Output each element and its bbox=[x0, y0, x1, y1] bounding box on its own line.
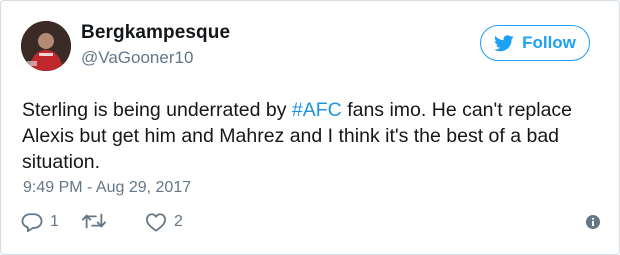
info-button[interactable] bbox=[585, 214, 601, 230]
hashtag-link[interactable]: #AFC bbox=[292, 99, 342, 121]
heart-icon bbox=[146, 213, 166, 232]
user-handle[interactable]: @VaGooner10 bbox=[81, 48, 193, 68]
reply-count: 1 bbox=[50, 213, 59, 230]
like-count: 2 bbox=[174, 213, 183, 230]
avatar-image bbox=[21, 21, 71, 71]
info-icon bbox=[586, 215, 600, 229]
avatar[interactable] bbox=[21, 21, 71, 71]
tweet-card: Bergkampesque @VaGooner10 Follow Sterlin… bbox=[0, 0, 620, 255]
twitter-bird-icon bbox=[494, 34, 514, 51]
reply-icon bbox=[21, 213, 43, 232]
tweet-text-before: Sterling is being underrated by bbox=[22, 99, 292, 121]
follow-label: Follow bbox=[522, 33, 576, 52]
tweet-text: Sterling is being underrated by #AFC fan… bbox=[22, 97, 602, 175]
reply-button[interactable]: 1 bbox=[21, 212, 59, 232]
like-button[interactable]: 2 bbox=[145, 212, 183, 232]
retweet-button[interactable] bbox=[82, 212, 113, 230]
follow-button[interactable]: Follow bbox=[480, 25, 590, 61]
action-bar: 1 2 bbox=[21, 212, 601, 236]
retweet-icon bbox=[82, 213, 106, 229]
user-name[interactable]: Bergkampesque bbox=[81, 22, 230, 44]
tweet-timestamp[interactable]: 9:49 PM - Aug 29, 2017 bbox=[23, 179, 191, 197]
